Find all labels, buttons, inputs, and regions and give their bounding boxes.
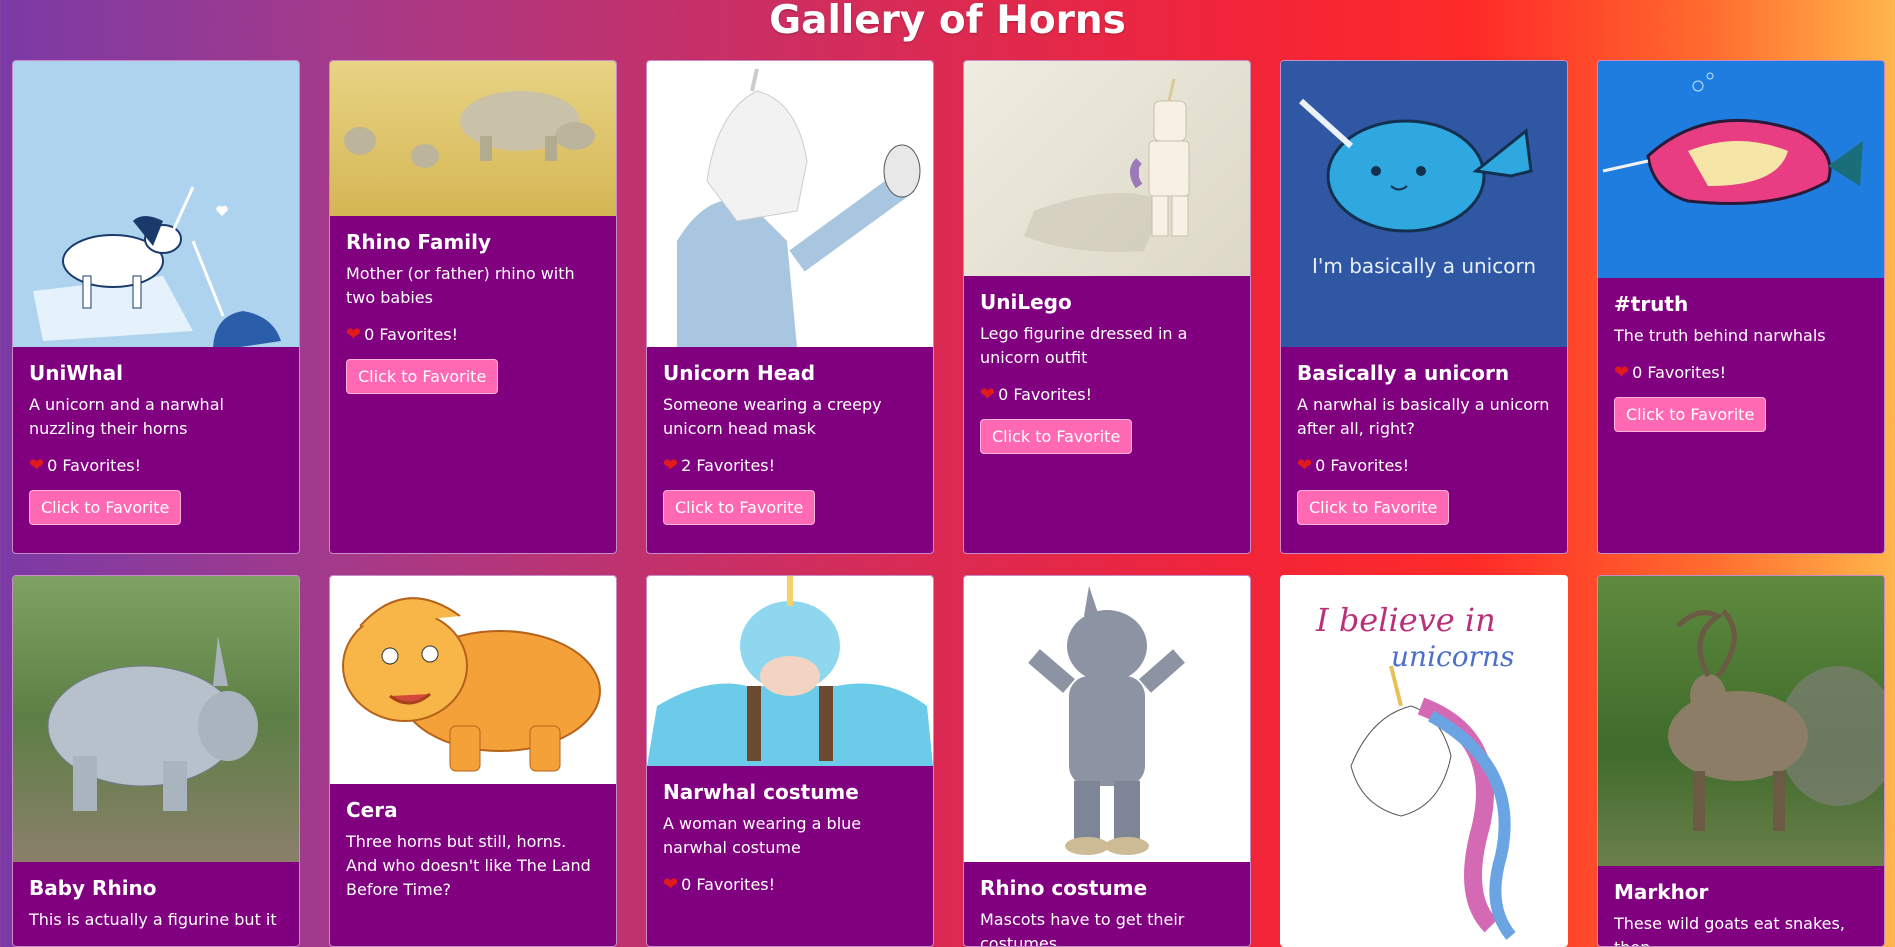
card-description: A narwhal is basically a unicorn after a… <box>1297 395 1550 438</box>
card-description: This is actually a figurine but it <box>29 910 277 929</box>
favorites-label: 0 Favorites! <box>1315 456 1410 475</box>
card-image[interactable] <box>1598 61 1884 278</box>
card-title: Narwhal costume <box>663 780 859 804</box>
baby-rhino-figurine-photo-icon <box>47 636 258 811</box>
card-title: Unicorn Head <box>663 361 816 385</box>
card-description: A woman wearing a blue narwhal costume <box>663 814 862 857</box>
favorite-button[interactable]: Click to Favorite <box>1614 397 1767 432</box>
narwhal-illustration-icon: I'm basically a unicorn <box>1298 98 1536 278</box>
favorites-label: 0 Favorites! <box>998 385 1093 404</box>
page-title: Gallery of Horns <box>769 0 1126 43</box>
narwhal-truth-drawing-icon <box>1602 72 1863 205</box>
card-title: UniWhal <box>29 361 123 385</box>
unicorn-narwhal-illustration-icon <box>33 186 281 347</box>
card-title: Markhor <box>1614 880 1709 904</box>
heart-icon: ❤ <box>663 455 679 476</box>
card-image[interactable] <box>647 61 933 347</box>
gallery-card: Baby Rhino This is actually a figurine b… <box>12 575 300 947</box>
card-description: Someone wearing a creepy unicorn head ma… <box>663 395 882 438</box>
favorites-label: 0 Favorites! <box>47 456 142 475</box>
favorites-count: ❤ 0 Favorites! <box>1614 362 1868 383</box>
image-caption: I'm basically a unicorn <box>1312 254 1536 278</box>
unicorn-mask-photo-icon <box>677 68 921 347</box>
card-image[interactable] <box>330 61 616 216</box>
gallery-card: Cera Three horns but still, horns. And w… <box>329 575 617 947</box>
rhino-mascot-photo-icon <box>1028 586 1185 855</box>
card-image[interactable]: I'm basically a unicorn <box>1281 61 1567 347</box>
favorite-button[interactable]: Click to Favorite <box>29 490 182 525</box>
image-caption: I believe in <box>1315 601 1496 639</box>
favorites-count: ❤ 0 Favorites! <box>29 455 283 476</box>
markhor-goat-photo-icon <box>1668 609 1884 831</box>
narwhal-costume-photo-icon <box>647 576 933 766</box>
gallery-card: #truth The truth behind narwhals ❤ 0 Fav… <box>1597 60 1885 554</box>
heart-icon: ❤ <box>1614 362 1630 383</box>
believe-in-unicorns-art-icon: I believe in unicorns <box>1315 601 1516 940</box>
card-title: Rhino Family <box>346 230 492 254</box>
card-description: These wild goats eat snakes, then <box>1614 914 1845 946</box>
gallery-card: Rhino costume Mascots have to get their … <box>963 575 1251 947</box>
favorite-button[interactable]: Click to Favorite <box>1297 490 1450 525</box>
favorites-count: ❤ 0 Favorites! <box>1297 455 1551 476</box>
card-description: The truth behind narwhals <box>1614 326 1826 345</box>
gallery-card: I believe in unicorns <box>1280 575 1568 947</box>
gallery-card: Rhino Family Mother (or father) rhino wi… <box>329 60 617 554</box>
rhino-family-photo-icon <box>344 91 595 168</box>
favorites-label: 0 Favorites! <box>1632 363 1727 382</box>
card-title: Cera <box>346 798 398 822</box>
card-title: #truth <box>1614 292 1689 316</box>
card-description: Mother (or father) rhino with two babies <box>346 264 575 307</box>
card-title: Basically a unicorn <box>1297 361 1510 385</box>
card-image[interactable] <box>1598 576 1884 866</box>
cera-dinosaur-illustration-icon <box>342 597 601 772</box>
heart-icon: ❤ <box>29 455 45 476</box>
card-image[interactable] <box>13 61 299 347</box>
card-image[interactable] <box>330 576 616 784</box>
card-title: Rhino costume <box>980 876 1148 900</box>
image-caption: unicorns <box>1391 640 1514 673</box>
card-image[interactable] <box>964 576 1250 862</box>
heart-icon: ❤ <box>980 384 996 405</box>
favorites-label: 0 Favorites! <box>681 875 776 894</box>
card-image[interactable] <box>13 576 299 862</box>
favorites-label: 0 Favorites! <box>364 325 459 344</box>
favorite-button[interactable]: Click to Favorite <box>980 419 1133 454</box>
heart-icon: ❤ <box>346 324 362 345</box>
favorite-button[interactable]: Click to Favorite <box>346 359 499 394</box>
card-image[interactable]: I believe in unicorns <box>1281 576 1567 946</box>
heart-icon: ❤ <box>1297 455 1313 476</box>
favorites-count: ❤ 0 Favorites! <box>663 874 917 895</box>
favorites-count: ❤ 0 Favorites! <box>346 324 600 345</box>
card-description: A unicorn and a narwhal nuzzling their h… <box>29 395 224 438</box>
gallery-card: Unicorn Head Someone wearing a creepy un… <box>646 60 934 554</box>
card-description: Lego figurine dressed in a unicorn outfi… <box>980 324 1188 367</box>
gallery-card: UniWhal A unicorn and a narwhal nuzzling… <box>12 60 300 554</box>
favorites-count: ❤ 0 Favorites! <box>980 384 1234 405</box>
gallery-card: UniLego Lego figurine dressed in a unico… <box>963 60 1251 554</box>
card-image[interactable] <box>647 576 933 766</box>
card-image[interactable] <box>964 61 1250 276</box>
favorites-label: 2 Favorites! <box>681 456 776 475</box>
favorites-count: ❤ 2 Favorites! <box>663 455 917 476</box>
gallery-card: Markhor These wild goats eat snakes, the… <box>1597 575 1885 947</box>
heart-icon: ❤ <box>663 874 679 895</box>
lego-unicorn-photo-icon <box>1024 78 1190 252</box>
card-title: UniLego <box>980 290 1072 314</box>
favorite-button[interactable]: Click to Favorite <box>663 490 816 525</box>
card-description: Three horns but still, horns. And who do… <box>346 832 591 899</box>
card-title: Baby Rhino <box>29 876 157 900</box>
gallery-card: I'm basically a unicorn Basically a unic… <box>1280 60 1568 554</box>
gallery-card: Narwhal costume A woman wearing a blue n… <box>646 575 934 947</box>
